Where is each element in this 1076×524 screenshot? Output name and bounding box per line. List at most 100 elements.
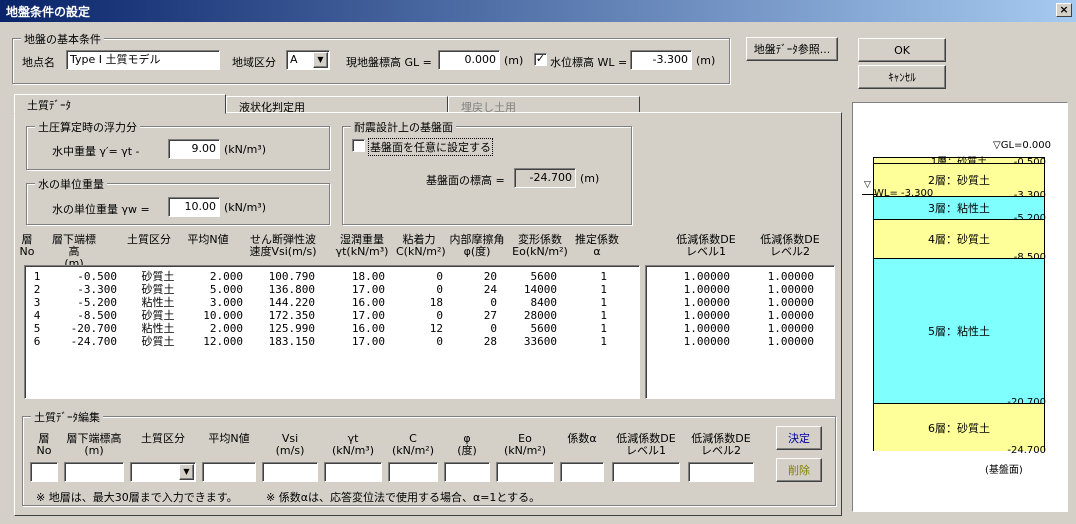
wl-input[interactable]: -3.300 (630, 50, 692, 70)
table-cell: 砂質土 (141, 270, 175, 283)
wl-checkbox[interactable]: ✓ (534, 53, 547, 66)
table-cell: 1.00000 (683, 296, 730, 309)
edit-input[interactable] (612, 462, 680, 482)
soil-profile-column: 1層：砂質土-0.5002層：砂質土-3.3003層：粘性土-5.2004層：砂… (862, 157, 1046, 456)
table-cell: 1.00000 (767, 335, 814, 348)
ok-button[interactable]: OK (858, 38, 946, 62)
edit-input[interactable] (560, 462, 604, 482)
soil-profile-pane: ▽GL=0.000 1層：砂質土-0.5002層：砂質土-3.3003層：粘性土… (852, 102, 1068, 512)
edit-input[interactable] (444, 462, 490, 482)
table-row[interactable]: 1.00000 1.00000 (646, 296, 834, 309)
water-weight-input[interactable]: 10.00 (168, 197, 220, 217)
edit-header: Eo (kN/m²) (503, 432, 546, 457)
edit-header: Vsi (m/s) (275, 432, 305, 457)
table-cell: 粘性土 (141, 296, 175, 309)
table-header-col: 湿潤重量 γt(kN/m³) (335, 233, 389, 258)
buoyancy-label: 水中重量 γ′= γt - (52, 145, 140, 158)
table-cell: -20.700 (70, 322, 117, 335)
table-row[interactable]: 1.00000 1.00000 (646, 283, 834, 296)
ground-data-ref-button[interactable]: 地盤ﾃﾞｰﾀ参照... (746, 37, 838, 61)
edit-input[interactable] (262, 462, 318, 482)
decide-button[interactable]: 決定 (776, 426, 822, 450)
edit-soil-type-select[interactable]: ▼ (130, 462, 196, 482)
table-row[interactable]: 1.00000 1.00000 (646, 322, 834, 335)
table-cell: 24 (483, 283, 497, 296)
table-cell: 27 (483, 309, 497, 322)
table-cell: 17.00 (351, 335, 385, 348)
table-cell: 2.000 (209, 322, 243, 335)
table-cell: 33600 (523, 335, 557, 348)
table-cell: 3.000 (209, 296, 243, 309)
table-cell: 砂質土 (141, 309, 175, 322)
table-cell: 2.000 (209, 270, 243, 283)
table-row[interactable]: 2 -3.300 砂質土 5.000 136.800 17.00 0 24 14000 1 (25, 283, 639, 296)
table-header-col: せん断弾性波 速度Vsi(m/s) (249, 233, 317, 258)
edit-input[interactable] (688, 462, 754, 482)
table-cell: 28 (483, 335, 497, 348)
table-header-col: 層 No (19, 233, 35, 258)
table-cell: 16.00 (351, 296, 385, 309)
buoyancy-input[interactable]: 9.00 (168, 139, 220, 159)
table-cell: 0 (436, 283, 443, 296)
table-row[interactable]: 1.00000 1.00000 (646, 270, 834, 283)
table-cell: 0 (436, 335, 443, 348)
cancel-button[interactable]: ｷｬﾝｾﾙ (858, 65, 946, 89)
close-button[interactable]: × (1056, 3, 1072, 17)
table-header-col: 土質区分 (127, 233, 171, 246)
table-row[interactable]: 1 -0.500 砂質土 2.000 100.790 18.00 0 20 5600 1 (25, 270, 639, 283)
seismic-base-title: 耐震設計上の基盤面 (351, 119, 456, 135)
table-cell: -8.500 (77, 309, 117, 322)
edit-input[interactable] (324, 462, 382, 482)
table-cell: 1.00000 (767, 270, 814, 283)
depth-label: -24.700 (1007, 445, 1046, 456)
chevron-down-icon[interactable]: ▼ (313, 52, 328, 68)
base-level-input[interactable]: -24.700 (514, 168, 576, 188)
table-cell: 12.000 (203, 335, 243, 348)
tab-backfill[interactable]: 埋戻し土用 (448, 96, 640, 114)
table-cell: -3.300 (77, 283, 117, 296)
edit-input[interactable] (496, 462, 554, 482)
tab-liquefaction[interactable]: 液状化判定用 (226, 96, 448, 114)
edit-input[interactable] (30, 462, 58, 482)
water-level-icon: ▽ (864, 180, 871, 191)
table-row[interactable]: 1.00000 1.00000 (646, 335, 834, 348)
gl-label: 現地盤標高 GL = (346, 56, 432, 69)
table-cell: 1 (600, 335, 607, 348)
table-cell: 0 (490, 322, 497, 335)
edit-header: γt (kN/m³) (331, 432, 374, 457)
reduction-factor-list[interactable]: 1.00000 1.00000 1.00000 1.00000 1.00000 1.000… (645, 265, 835, 399)
table-cell: 17.00 (351, 283, 385, 296)
region-select[interactable]: A ▼ (286, 50, 330, 70)
soil-data-list[interactable]: 1 -0.500 砂質土 2.000 100.790 18.00 0 20 5600 1 2 -3.3… (24, 265, 640, 399)
buoyancy-unit: (kN/m³) (224, 143, 267, 156)
table-row[interactable]: 6 -24.700 砂質土 12.000 183.150 17.00 0 28 33600 1 (25, 335, 639, 348)
table-header-col: 変形係数 Eo(kN/m²) (512, 233, 568, 258)
site-name-input[interactable]: Type I 土質モデル (66, 50, 220, 70)
delete-button[interactable]: 削除 (776, 458, 822, 482)
edit-header: 係数α (567, 432, 597, 445)
gl-input[interactable]: 0.000 (438, 50, 500, 70)
chevron-down-icon[interactable]: ▼ (179, 464, 194, 480)
table-row[interactable]: 4 -8.500 砂質土 10.000 172.350 17.00 0 27 28000 1 (25, 309, 639, 322)
water-weight-label: 水の単位重量 γw = (52, 203, 150, 216)
base-arbitrary-label[interactable]: 基盤面を任意に設定する (368, 138, 493, 156)
window-title: 地盤条件の設定 (6, 5, 91, 19)
edit-header: 低減係数DE レベル2 (691, 432, 751, 457)
table-cell: 1.00000 (683, 322, 730, 335)
base-level-label: 基盤面の標高 = (426, 174, 505, 187)
table-cell: 1 (33, 270, 41, 283)
table-cell: 8400 (530, 296, 558, 309)
table-row[interactable]: 1.00000 1.00000 (646, 309, 834, 322)
base-arbitrary-checkbox[interactable] (352, 139, 365, 152)
table-row[interactable]: 3 -5.200 粘性土 3.000 144.220 16.00 18 0 8400 1 (25, 296, 639, 309)
base-label: (基盤面) (985, 465, 1023, 476)
edit-input[interactable] (388, 462, 438, 482)
table-cell: 18 (429, 296, 443, 309)
edit-input[interactable] (202, 462, 256, 482)
edit-input[interactable] (64, 462, 124, 482)
tab-soil-data[interactable]: 土質ﾃﾞｰﾀ (14, 94, 226, 114)
table-cell: 1.00000 (767, 309, 814, 322)
table-cell: 1.00000 (683, 309, 730, 322)
table-row[interactable]: 5 -20.700 粘性土 2.000 125.990 16.00 12 0 5600 1 (25, 322, 639, 335)
table-cell: 12 (429, 322, 443, 335)
